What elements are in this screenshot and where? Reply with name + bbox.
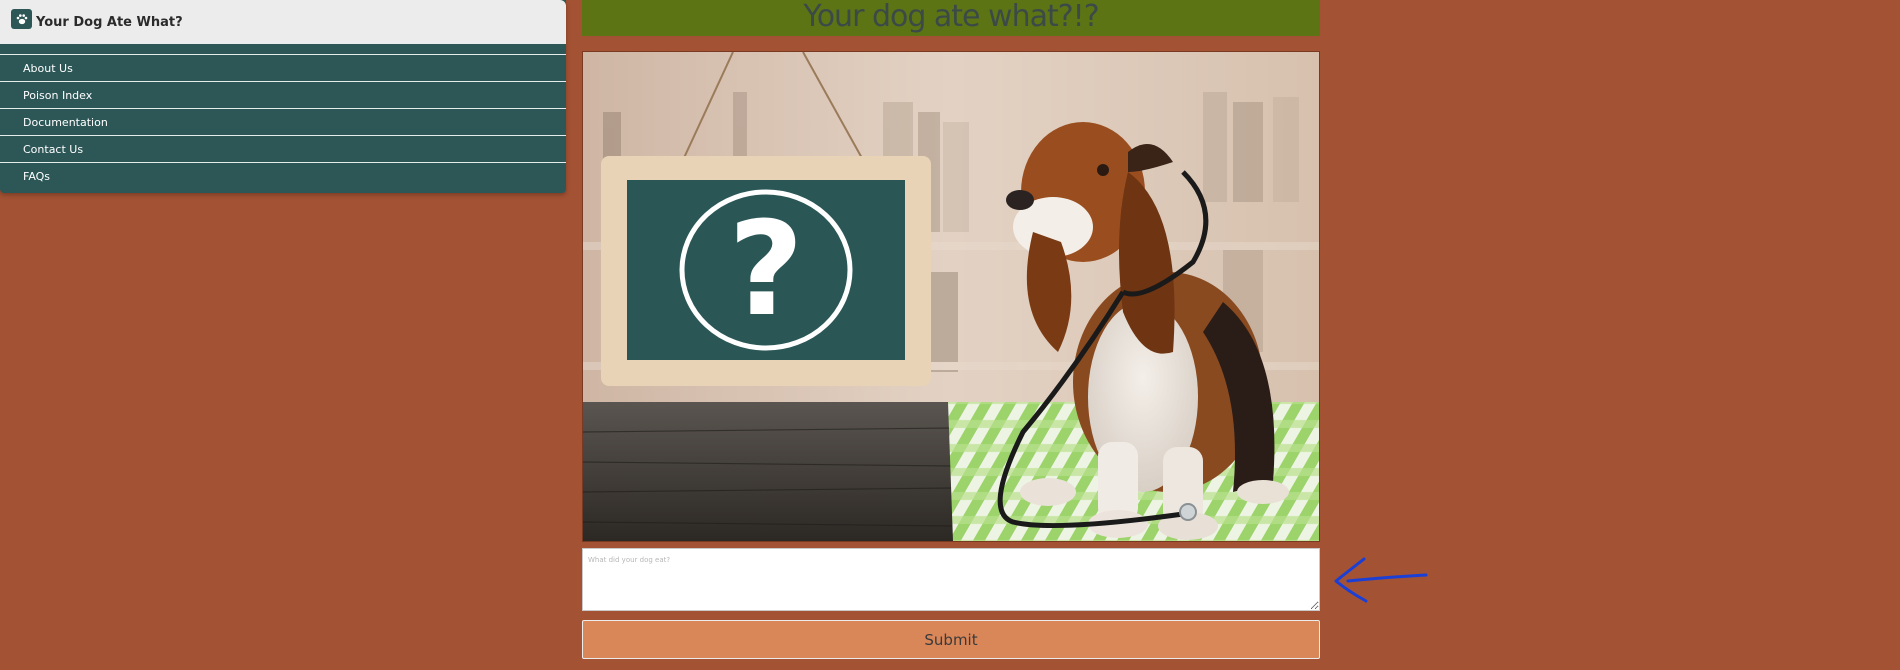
nav-item-documentation[interactable]: Documentation (0, 108, 566, 135)
nav-list: About Us Poison Index Documentation Cont… (0, 54, 566, 189)
arrow-left-icon (1330, 555, 1430, 612)
nav-item-label: FAQs (23, 169, 51, 183)
nav-item-poison-index[interactable]: Poison Index (0, 81, 566, 108)
svg-text:?: ? (728, 193, 803, 345)
paw-icon (11, 9, 32, 29)
page-header: Your dog ate what?!? (582, 0, 1320, 36)
hero-image: ? (582, 51, 1320, 542)
nav-item-label: Poison Index (23, 88, 93, 102)
nav-item-contact-us[interactable]: Contact Us (0, 135, 566, 162)
dog-ate-input[interactable] (582, 548, 1320, 611)
brand-header[interactable]: Your Dog Ate What? (0, 0, 566, 44)
brand-title: Your Dog Ate What? (36, 14, 183, 30)
submit-button[interactable]: Submit (582, 620, 1320, 659)
nav-item-label: Documentation (23, 115, 108, 129)
sidebar: Your Dog Ate What? About Us Poison Index… (0, 0, 566, 193)
nav-item-faqs[interactable]: FAQs (0, 162, 566, 189)
page-title: Your dog ate what?!? (803, 0, 1099, 34)
nav-item-label: Contact Us (23, 142, 84, 156)
nav-item-label: About Us (23, 61, 73, 75)
nav-item-about-us[interactable]: About Us (0, 54, 566, 81)
